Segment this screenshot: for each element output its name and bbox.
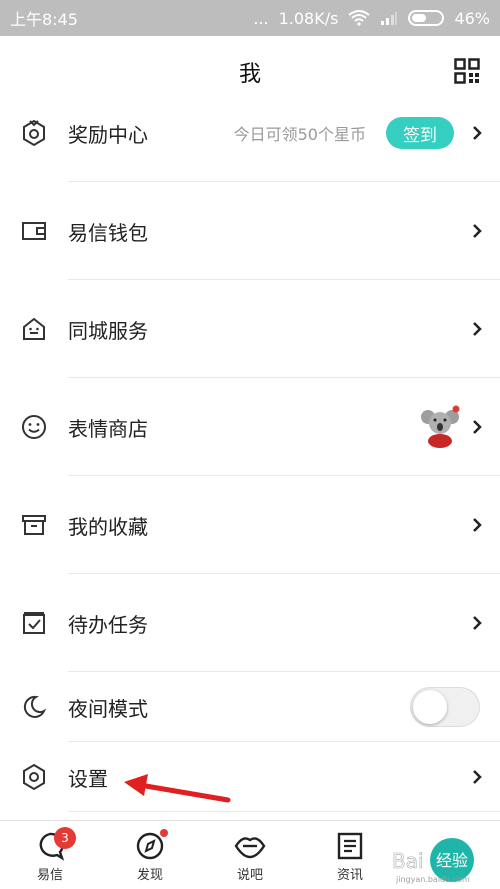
chevron-right-icon	[473, 224, 482, 238]
favorites-label: 我的收藏	[68, 514, 148, 539]
status-right: ... 1.08K/s 46%	[253, 9, 490, 28]
reward-medal-icon	[20, 119, 48, 147]
toggle-knob	[413, 690, 447, 724]
wallet-label: 易信钱包	[68, 220, 148, 245]
chevron-right-icon	[473, 770, 482, 784]
chevron-right-icon	[473, 322, 482, 336]
night-mode-toggle[interactable]	[410, 687, 480, 727]
signin-button[interactable]: 签到	[386, 117, 454, 149]
unread-badge: 3	[54, 827, 76, 849]
menu-list: 奖励中心 今日可领50个星币 签到 易信钱包 同城服务 表情商店 我的收藏 待办…	[0, 84, 500, 812]
tab-label: 易信	[36, 868, 63, 883]
menu-item-reward-center[interactable]: 奖励中心 今日可领50个星币 签到	[0, 84, 500, 182]
battery-icon	[408, 10, 445, 26]
network-speed: 1.08K/s	[278, 8, 339, 28]
chevron-right-icon	[473, 616, 482, 630]
menu-item-night-mode: 夜间模式	[0, 672, 500, 742]
status-time: 上午8:45	[10, 10, 78, 29]
koala-sticker-icon	[421, 405, 460, 448]
smiley-icon	[20, 413, 48, 441]
menu-item-todo[interactable]: 待办任务	[0, 574, 500, 672]
menu-item-sticker-store[interactable]: 表情商店	[0, 378, 500, 476]
reward-subtitle: 今日可领50个星币	[233, 125, 366, 144]
status-dots: ...	[253, 8, 269, 28]
chevron-right-icon	[473, 420, 482, 434]
lips-icon	[234, 837, 266, 859]
status-bar: 上午8:45 ... 1.08K/s 46%	[0, 0, 500, 36]
tab-news[interactable]: 资讯	[300, 821, 400, 889]
city-service-label: 同城服务	[68, 318, 148, 343]
tab-shuoba[interactable]: 说吧	[200, 821, 300, 889]
menu-item-city-service[interactable]: 同城服务	[0, 280, 500, 378]
tab-yixin[interactable]: 3 易信	[0, 821, 100, 889]
tab-label: 资讯	[336, 868, 363, 883]
house-face-icon	[20, 315, 48, 343]
battery-level: 46%	[454, 8, 490, 28]
wallet-icon	[20, 217, 48, 245]
moon-icon	[20, 693, 48, 721]
red-arrow-annotation	[124, 774, 231, 803]
svg-text:经验: 经验	[436, 851, 468, 870]
night-mode-label: 夜间模式	[68, 696, 148, 721]
svg-text:Bai: Bai	[392, 849, 424, 873]
archive-box-icon	[20, 511, 48, 539]
settings-label: 设置	[68, 766, 108, 791]
signal-icon	[381, 12, 398, 25]
menu-item-wallet[interactable]: 易信钱包	[0, 182, 500, 280]
chevron-right-icon	[473, 126, 482, 140]
svg-text:jingyan.baidu.com: jingyan.baidu.com	[395, 875, 470, 884]
news-document-icon	[337, 832, 363, 860]
todo-label: 待办任务	[68, 612, 148, 637]
checkbox-calendar-icon	[20, 609, 48, 637]
chevron-right-icon	[473, 518, 482, 532]
new-dot	[160, 829, 168, 837]
wifi-icon	[348, 10, 371, 26]
tab-label: 发现	[136, 868, 163, 883]
tab-label: 说吧	[236, 868, 263, 883]
settings-hexagon-icon	[20, 763, 48, 791]
sticker-store-label: 表情商店	[68, 416, 148, 441]
menu-item-favorites[interactable]: 我的收藏	[0, 476, 500, 574]
baidu-jingyan-watermark: Bai 经验 jingyan.baidu.com	[392, 838, 474, 884]
qr-code-icon[interactable]	[454, 58, 480, 84]
menu-item-settings[interactable]: 设置	[0, 742, 500, 812]
reward-center-label: 奖励中心	[68, 122, 148, 147]
tab-discover[interactable]: 发现	[100, 821, 200, 889]
